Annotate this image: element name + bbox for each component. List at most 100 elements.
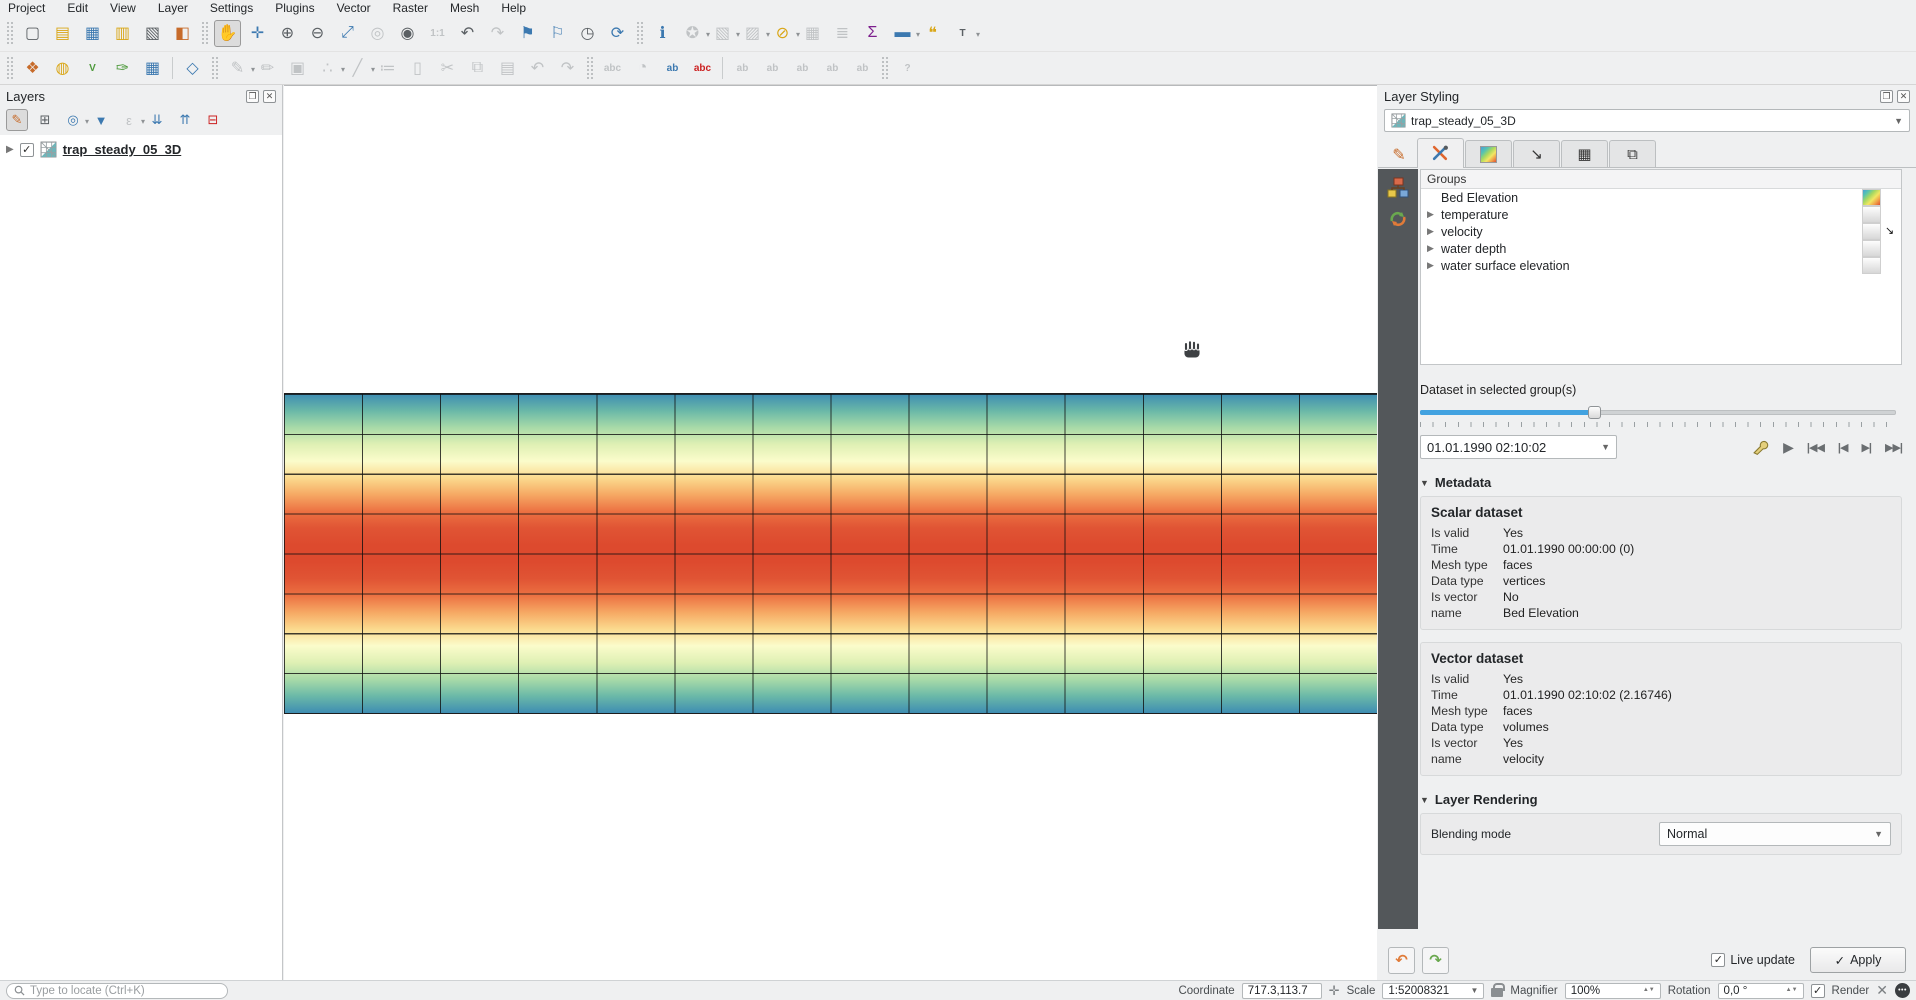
new-mesh-layer-icon[interactable]: ▦	[139, 55, 166, 82]
zoom-last-icon[interactable]: ↶	[454, 20, 481, 47]
measure-icon[interactable]: ▬	[889, 20, 916, 47]
vertex-tool-icon[interactable]: ╱	[344, 55, 371, 82]
paste-features-icon[interactable]: ▤	[494, 55, 521, 82]
show-hidden-labels-icon[interactable]: ab	[759, 55, 786, 82]
slider-handle[interactable]	[1588, 406, 1601, 419]
new-bookmark-icon[interactable]: ⚑	[514, 20, 541, 47]
layer-diagram-icon[interactable]: ◔	[629, 55, 656, 82]
style-brush-icon[interactable]: ✎	[1382, 143, 1416, 167]
metadata-section-header[interactable]: ▼ Metadata	[1420, 475, 1902, 490]
filter-expression-icon[interactable]: ε	[118, 109, 140, 131]
pan-map-icon[interactable]: ✋	[214, 20, 241, 47]
tab-datasets[interactable]	[1417, 138, 1464, 168]
temporal-controller-icon[interactable]: ◷	[574, 20, 601, 47]
vector-dataset-button[interactable]	[1882, 241, 1897, 256]
zoom-to-layer-icon[interactable]: ◉	[394, 20, 421, 47]
open-attribute-table-icon[interactable]: ▦	[799, 20, 826, 47]
open-project-icon[interactable]: ▤	[49, 20, 76, 47]
expander-icon[interactable]: ▶	[1427, 209, 1441, 220]
save-project-icon[interactable]: ▦	[79, 20, 106, 47]
add-group-icon[interactable]: ⊞	[34, 109, 56, 131]
change-label-icon[interactable]: ab	[849, 55, 876, 82]
cut-features-icon[interactable]: ✂	[434, 55, 461, 82]
zoom-native-icon[interactable]: 1:1	[424, 20, 451, 47]
toolbar-grip[interactable]	[211, 56, 219, 80]
dataset-groups-tree-icon[interactable]	[1387, 177, 1409, 199]
pin-labels-icon[interactable]: ab	[659, 55, 686, 82]
toolbar-grip[interactable]	[6, 21, 14, 45]
style-manager-icon[interactable]: ◧	[169, 20, 196, 47]
move-label-icon[interactable]: ab	[789, 55, 816, 82]
render-checkbox[interactable]: ✓	[1811, 984, 1825, 998]
toolbar-grip[interactable]	[881, 56, 889, 80]
copy-features-icon[interactable]: ⧉	[464, 55, 491, 82]
messages-log-icon[interactable]: •••	[1895, 983, 1910, 998]
expander-icon[interactable]: ▶	[1427, 243, 1441, 254]
zoom-full-icon[interactable]: ⤢	[334, 20, 361, 47]
pin-unpin-labels-icon[interactable]: ab	[729, 55, 756, 82]
toolbar-separator[interactable]	[172, 57, 173, 79]
map-canvas[interactable]	[284, 85, 1377, 980]
layer-labeling-icon[interactable]: abc	[599, 55, 626, 82]
lock-scale-icon[interactable]	[1491, 988, 1503, 997]
zoom-in-icon[interactable]: ⊕	[274, 20, 301, 47]
menu-item[interactable]: Project	[8, 1, 45, 15]
open-layer-styling-icon[interactable]: ✎	[6, 109, 28, 131]
new-shapefile-layer-icon[interactable]: V	[79, 55, 106, 82]
tab-stacked-mesh[interactable]: ⧉	[1609, 140, 1656, 167]
extents-toggle-icon[interactable]: ✛	[1329, 983, 1340, 999]
menu-item[interactable]: Layer	[158, 1, 188, 15]
filter-legend-icon[interactable]: ▼	[90, 109, 112, 131]
scalar-dataset-button[interactable]	[1862, 189, 1881, 206]
select-features-icon[interactable]: ▧	[709, 20, 736, 47]
spin-arrows-icon[interactable]: ▲▼	[1786, 988, 1798, 993]
tab-scalar-symbology[interactable]	[1465, 140, 1512, 167]
zoom-out-icon[interactable]: ⊖	[304, 20, 331, 47]
sum-features-icon[interactable]: Σ	[859, 20, 886, 47]
expand-all-icon[interactable]: ⇊	[146, 109, 168, 131]
current-edits-icon[interactable]: ✎	[224, 55, 251, 82]
toolbar-grip[interactable]	[636, 21, 644, 45]
dataset-time-combo[interactable]: 01.01.1990 02:10:02 ▼	[1420, 435, 1617, 459]
toolbar-grip[interactable]	[6, 56, 14, 80]
highlight-pinned-labels-icon[interactable]: abc	[689, 55, 716, 82]
menu-item[interactable]: Plugins	[275, 1, 314, 15]
last-dataset-icon[interactable]: ▶▶|	[1885, 441, 1902, 454]
save-edits-icon[interactable]: ▣	[284, 55, 311, 82]
menu-item[interactable]: Settings	[210, 1, 253, 15]
tab-vector-symbology[interactable]: ↘	[1513, 140, 1560, 167]
new-geopackage-layer-icon[interactable]: ✑	[109, 55, 136, 82]
menu-item[interactable]: Vector	[337, 1, 371, 15]
coordinate-input[interactable]: 717.3,113.7	[1242, 983, 1322, 999]
expander-icon[interactable]: ▶	[1427, 226, 1441, 237]
refresh-map-icon[interactable]: ⟳	[604, 20, 631, 47]
rotation-spinbox[interactable]: 0,0 ° ▲▼	[1718, 983, 1804, 999]
close-panel-icon[interactable]: ✕	[1897, 90, 1910, 103]
expander-icon[interactable]: ▶	[6, 144, 14, 155]
pan-to-selection-icon[interactable]: ✛	[244, 20, 271, 47]
locator-search-input[interactable]: Type to locate (Ctrl+K)	[6, 983, 228, 999]
show-bookmarks-icon[interactable]: ⚐	[544, 20, 571, 47]
tab-mesh-frame[interactable]: ▦	[1561, 140, 1608, 167]
close-panel-icon[interactable]: ✕	[263, 90, 276, 103]
digitize-icon[interactable]: ∴	[314, 55, 341, 82]
layout-manager-icon[interactable]: ▧	[139, 20, 166, 47]
apply-button[interactable]: ✓ Apply	[1810, 947, 1906, 973]
manage-map-themes-icon[interactable]: ◎	[62, 109, 84, 131]
dataset-group-row[interactable]: ▶ temperature	[1421, 206, 1901, 223]
magnifier-spinbox[interactable]: 100% ▲▼	[1565, 983, 1661, 999]
dataset-group-row[interactable]: ▶ water depth	[1421, 240, 1901, 257]
select-by-value-icon[interactable]: ▨	[739, 20, 766, 47]
vector-dataset-button[interactable]: ↘	[1882, 224, 1897, 239]
previous-dataset-icon[interactable]: |◀	[1838, 441, 1848, 454]
menu-item[interactable]: Mesh	[450, 1, 479, 15]
identify-features-icon[interactable]: ℹ	[649, 20, 676, 47]
new-project-icon[interactable]: ▢	[19, 20, 46, 47]
scalar-dataset-button[interactable]	[1862, 223, 1881, 240]
layer-item-trap-steady-05-3d[interactable]: ▶ ✓ trap_steady_05_3D	[0, 135, 282, 158]
new-print-layout-icon[interactable]: ▥	[109, 20, 136, 47]
next-dataset-icon[interactable]: ▶|	[1861, 441, 1871, 454]
layer-rendering-section-header[interactable]: ▼ Layer Rendering	[1420, 792, 1902, 807]
redo-icon[interactable]: ↷	[554, 55, 581, 82]
expander-icon[interactable]: ▶	[1427, 260, 1441, 271]
